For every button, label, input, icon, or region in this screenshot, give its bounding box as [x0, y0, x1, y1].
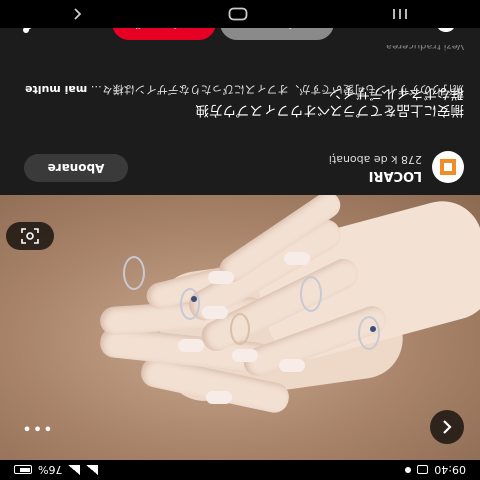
ring: [358, 316, 380, 350]
status-time: 09:40: [434, 463, 466, 477]
nail: [206, 391, 232, 404]
back-button[interactable]: [430, 410, 464, 444]
creator-row: LOCARI 278 k de abonați Abonare: [0, 140, 480, 195]
nav-home-button[interactable]: [228, 7, 248, 21]
nail: [202, 306, 228, 319]
pin-info: LOCARI 278 k de abonați Abonare 揃安に上品をてプ…: [0, 40, 480, 195]
ring: [300, 276, 322, 312]
ring-gem: [370, 326, 376, 332]
nav-recents-icon: [392, 9, 407, 19]
nail: [284, 252, 310, 265]
nail: [279, 359, 305, 372]
notification-icon: [417, 465, 429, 475]
ring: [230, 313, 250, 345]
nav-back-icon: [74, 8, 82, 20]
nav-back-button[interactable]: [71, 7, 85, 21]
ring: [123, 256, 145, 290]
nav-home-icon: [228, 7, 248, 21]
nail: [208, 271, 234, 284]
chevron-left-icon: [443, 420, 452, 434]
wifi-icon: [86, 465, 99, 475]
follower-count: 278 k de abonați: [328, 153, 422, 166]
system-nav-bar: [0, 0, 480, 28]
creator-avatar[interactable]: [432, 151, 464, 183]
battery-percent: 76%: [38, 463, 63, 477]
ring-gem: [191, 296, 197, 302]
battery-icon: [14, 465, 32, 475]
more-options-button[interactable]: •••: [20, 418, 54, 440]
nail: [178, 339, 204, 352]
more-dots-icon: •••: [21, 419, 53, 439]
pin-screen: 09:40 76% ••• LOCARI 278 k de abonați Ab…: [0, 0, 480, 480]
pin-image[interactable]: •••: [0, 195, 480, 460]
pin-description-text: 流行りのデザインも可愛いですが、オフィスにぴったりなデザインは様々…: [90, 83, 464, 96]
visual-search-icon: [21, 228, 39, 244]
follow-button[interactable]: Abonare: [24, 154, 128, 182]
visual-search-button[interactable]: [6, 222, 54, 250]
signal-icon: [68, 465, 81, 475]
locari-logo-icon: [440, 159, 456, 175]
creator-name[interactable]: LOCARI: [369, 168, 422, 183]
notification-dot-icon: [405, 467, 412, 473]
ring: [180, 288, 200, 320]
more-link[interactable]: mai multe: [25, 83, 87, 96]
nail: [232, 349, 258, 362]
nav-recents-button[interactable]: [391, 7, 409, 21]
pin-description: 流行りのデザインも可愛いですが、オフィスにぴったりなデザインは様々… mai m…: [16, 82, 464, 97]
status-bar: 09:40 76%: [0, 460, 480, 480]
